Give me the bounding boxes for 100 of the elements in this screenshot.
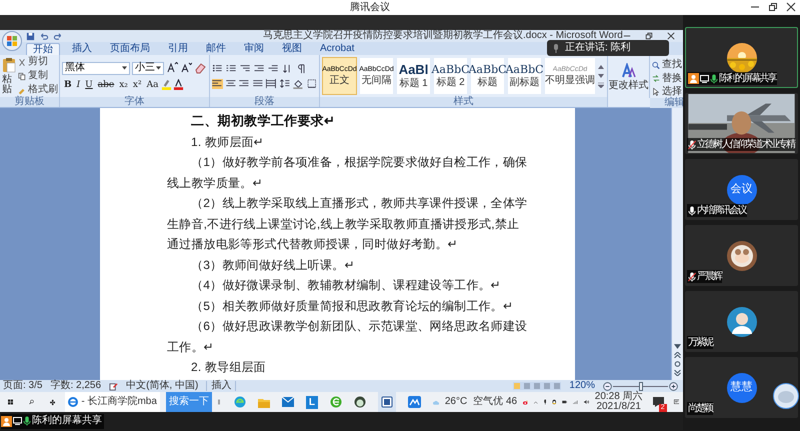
windows-start-icon[interactable] — [8, 397, 13, 407]
clock-date[interactable]: 2021/8/21 — [596, 402, 641, 412]
clipboard-item[interactable]: 格式刷 — [28, 85, 58, 95]
zoom-out-icon[interactable] — [603, 382, 612, 390]
shading-icon[interactable] — [293, 78, 304, 88]
participant-tile[interactable]: 慧慧 尚楚颖 — [685, 357, 798, 418]
outline-list-icon[interactable] — [240, 64, 251, 74]
previous-page-icon[interactable] — [674, 352, 681, 358]
style-option[interactable]: AaBl 标题 1 — [396, 57, 431, 95]
change-styles-button[interactable]: 更改样式 — [608, 80, 648, 90]
more-icon[interactable] — [598, 82, 604, 88]
restore-icon[interactable] — [644, 32, 653, 40]
vertical-scrollbar[interactable] — [671, 108, 683, 380]
participant-tile[interactable]: 严晨辉 — [685, 225, 798, 286]
language-indicator[interactable]: 中文(简体, 中国) — [126, 381, 198, 391]
ribbon-tab[interactable]: 审阅 — [238, 43, 270, 55]
cursor-icon[interactable] — [652, 87, 660, 96]
action-center-icon[interactable] — [674, 397, 680, 407]
word-count[interactable]: 字数: 2,256 — [50, 381, 102, 391]
participant-tile[interactable]: 会议 内培腾讯会议 — [685, 159, 798, 220]
format-button[interactable]: I — [74, 78, 82, 90]
scroll-up-icon[interactable] — [598, 64, 604, 70]
proofing-icon[interactable] — [109, 382, 118, 390]
address-field[interactable]: - 长江商学院mba — [65, 392, 160, 412]
ribbon-tab[interactable]: 页面布局 — [104, 43, 156, 55]
style-option[interactable]: AaBbC 标题 — [470, 57, 505, 95]
app-icon[interactable]: L — [306, 396, 318, 408]
ribbon-tab[interactable]: 邮件 — [200, 43, 232, 55]
editing-item[interactable]: 选择 — [662, 86, 682, 97]
ribbon-tab[interactable]: 视图 — [276, 43, 308, 55]
align-left-icon[interactable] — [212, 78, 222, 88]
undo-icon[interactable] — [39, 32, 49, 40]
app-icon[interactable] — [408, 396, 421, 408]
browser-icon[interactable] — [234, 396, 246, 408]
eraser-icon[interactable] — [194, 62, 206, 74]
clipboard-icon[interactable] — [2, 57, 16, 73]
search-icon[interactable] — [28, 397, 34, 407]
style-option[interactable]: AaBbC 副标题 — [507, 57, 542, 95]
penguin-icon[interactable] — [552, 397, 556, 407]
insert-mode[interactable]: 插入 — [206, 381, 236, 391]
grow-font-icon[interactable] — [166, 62, 178, 74]
styles-icon[interactable] — [620, 62, 636, 78]
font-name-field[interactable]: 黑体 — [62, 62, 130, 74]
line-spacing-icon[interactable] — [280, 78, 290, 88]
speaker-icon[interactable] — [584, 398, 589, 406]
numbered-list-icon[interactable] — [226, 64, 237, 74]
zoom-slider[interactable] — [613, 382, 668, 390]
next-page-icon[interactable] — [674, 370, 681, 376]
drag-handle-icon[interactable] — [218, 397, 220, 407]
chat-icon[interactable] — [652, 397, 664, 407]
font-size-field[interactable]: 小三 — [132, 62, 164, 74]
participant-tile[interactable]: 万紫妮 — [685, 291, 798, 352]
format-button[interactable]: x₂ — [117, 78, 130, 90]
save-icon[interactable] — [26, 32, 35, 40]
align-center-icon[interactable] — [226, 78, 236, 88]
browse-object-icon[interactable] — [674, 361, 681, 367]
battery-icon[interactable] — [562, 399, 568, 405]
zoom-in-icon[interactable] — [669, 382, 678, 390]
close-icon[interactable] — [786, 2, 796, 12]
clipboard-item[interactable]: 剪切 — [28, 57, 48, 67]
scroll-down-icon[interactable] — [674, 344, 681, 349]
distribute-icon[interactable] — [266, 78, 276, 88]
mail-icon[interactable] — [282, 397, 294, 407]
scroll-down-icon[interactable] — [598, 73, 604, 79]
decrease-indent-icon[interactable] — [254, 64, 265, 74]
restore-icon[interactable] — [768, 2, 778, 12]
participant-tile[interactable]: 陈利的屏幕共享 — [685, 27, 798, 88]
slider-thumb[interactable] — [638, 382, 642, 390]
replace-icon[interactable] — [652, 74, 660, 83]
format-button[interactable]: x² — [130, 78, 144, 90]
temperature-label[interactable]: 26°C — [444, 397, 468, 407]
style-option[interactable]: AaBbC 标题 2 — [433, 57, 468, 95]
font-color-icon[interactable] — [173, 79, 184, 90]
ribbon-tab[interactable]: 引用 — [162, 43, 194, 55]
shrink-font-icon[interactable] — [180, 62, 192, 74]
format-button[interactable]: abe — [96, 78, 116, 90]
taskbar-button[interactable] — [378, 392, 396, 412]
format-button[interactable]: B — [62, 78, 74, 90]
close-icon[interactable] — [666, 32, 675, 40]
browser-icon[interactable] — [330, 396, 342, 408]
pilcrow-icon[interactable] — [296, 64, 307, 74]
ribbon-tab[interactable]: 开始 — [26, 43, 60, 55]
format-button[interactable]: Aa — [144, 78, 160, 90]
justify-icon[interactable] — [252, 78, 263, 88]
increase-indent-icon[interactable] — [268, 64, 279, 74]
air-quality-label[interactable]: 空气优 46 — [473, 397, 518, 407]
ribbon-tab[interactable]: 插入 — [66, 43, 98, 55]
borders-icon[interactable] — [306, 78, 317, 88]
align-right-icon[interactable] — [239, 78, 250, 88]
ribbon-tab[interactable]: Acrobat — [314, 43, 360, 55]
zoom-level[interactable]: 120% — [569, 381, 595, 391]
editing-item[interactable]: 替换 — [662, 74, 682, 84]
format-button[interactable]: U — [83, 78, 95, 90]
assistant-avatar-icon[interactable] — [773, 383, 799, 409]
paste-button[interactable]: 粘贴 — [2, 75, 16, 95]
clock-time[interactable]: 20:28 周六 — [594, 392, 643, 402]
participant-tile[interactable]: 立德树人信仰荣道术业专精 — [685, 93, 798, 154]
page-count[interactable]: 页面: 3/5 — [3, 381, 42, 391]
clipboard-item[interactable]: 复制 — [28, 71, 48, 81]
copy-icon[interactable] — [18, 72, 26, 80]
